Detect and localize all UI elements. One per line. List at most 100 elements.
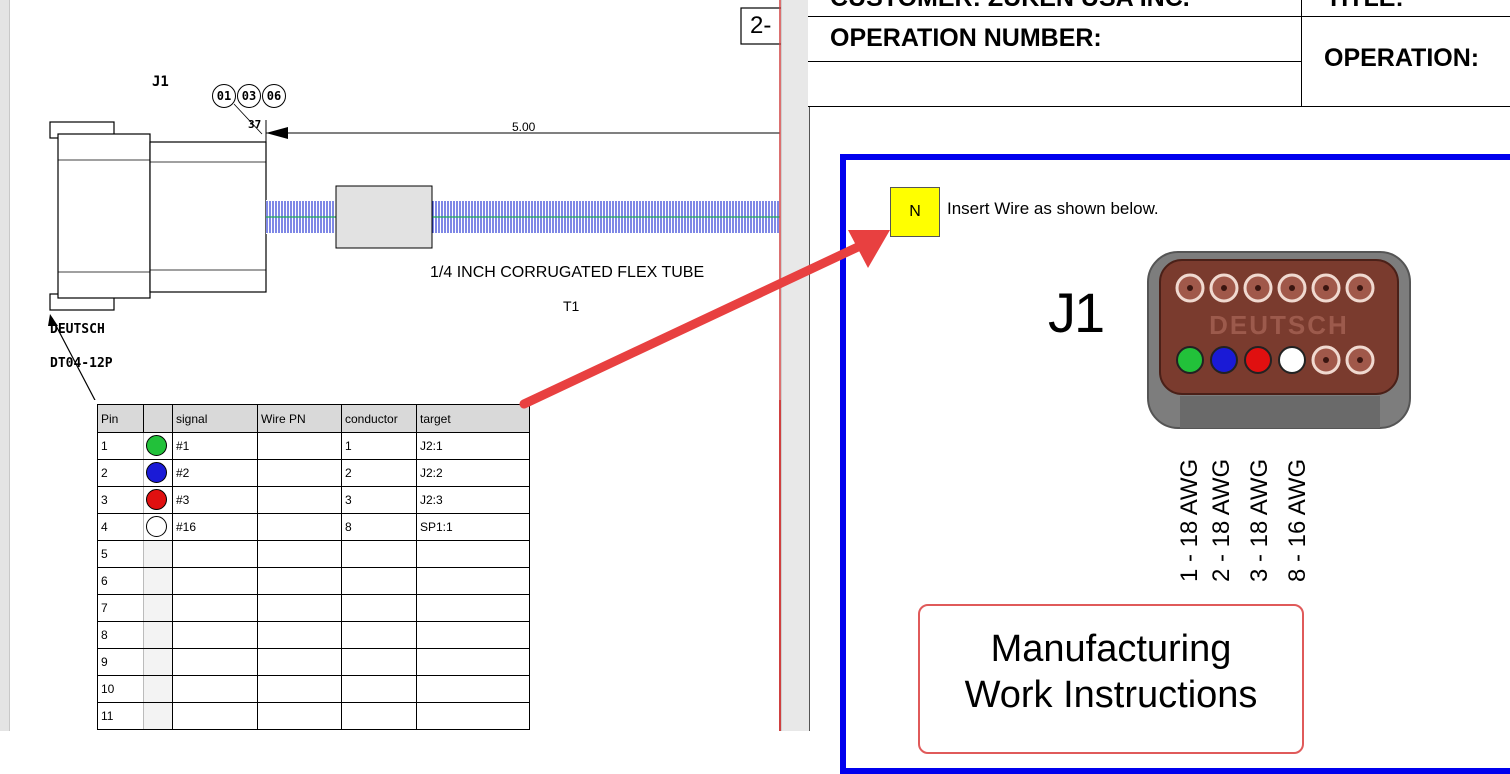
- connector-shell: [57, 133, 151, 299]
- table-row: 11: [97, 702, 530, 730]
- dimension-arrow: [266, 127, 288, 139]
- pin-cell: 9: [97, 648, 144, 676]
- target-cell: [416, 540, 530, 568]
- target-cell: J2:3: [416, 486, 530, 514]
- connector-backshell: [149, 141, 267, 293]
- color-cell: [143, 702, 173, 730]
- wire-pn-cell: [257, 702, 342, 730]
- col-color: [143, 404, 173, 433]
- conductor-cell: 3: [341, 486, 417, 514]
- color-cell: [143, 675, 173, 703]
- wire-pn-cell: [257, 567, 342, 595]
- connector-brand: DEUTSCH: [1209, 310, 1349, 340]
- tube-ref: T1: [563, 298, 580, 314]
- callout-03: 03: [237, 84, 261, 108]
- note-badge: N: [890, 187, 940, 237]
- color-cell: [143, 513, 173, 541]
- instruction-text: Insert Wire as shown below.: [947, 199, 1159, 218]
- wire-pn-cell: [257, 675, 342, 703]
- connector-ref-label: J1: [152, 74, 169, 90]
- connector-label-large: J1: [1048, 281, 1105, 344]
- wire-pn-cell: [257, 486, 342, 514]
- pin-cell: 11: [97, 702, 144, 730]
- table-row: 8: [97, 621, 530, 649]
- conductor-cell: [341, 540, 417, 568]
- signal-cell: [172, 648, 258, 676]
- leader-number: 37: [248, 118, 262, 131]
- signal-cell: [172, 567, 258, 595]
- target-cell: [416, 702, 530, 730]
- manufacturer-label: DEUTSCH: [50, 322, 105, 337]
- target-cell: [416, 594, 530, 622]
- target-cell: [416, 675, 530, 703]
- pin-table-header: Pin signal Wire PN conductor target: [97, 404, 530, 433]
- wire-pn-cell: [257, 459, 342, 487]
- color-cell: [143, 621, 173, 649]
- callout-06: 06: [262, 84, 286, 108]
- connector-illustration: DEUTSCH: [1147, 251, 1411, 429]
- signal-cell: #16: [172, 513, 258, 541]
- title-block-divider-h3: [1301, 16, 1510, 17]
- cavity-bottom: [1278, 346, 1306, 374]
- wire-pn-cell: [257, 513, 342, 541]
- customer-label: CUSTOMER: ZUKEN USA INC.: [830, 0, 1190, 13]
- conductor-cell: [341, 648, 417, 676]
- signal-cell: [172, 540, 258, 568]
- wire-color-dot: [146, 462, 167, 483]
- col-conductor: conductor: [341, 404, 417, 433]
- wire-label-1: 1 - 18 AWG: [1176, 458, 1203, 582]
- signal-cell: [172, 675, 258, 703]
- conductor-cell: [341, 621, 417, 649]
- title-block-divider-h2: [808, 61, 1301, 62]
- wire-pn-cell: [257, 648, 342, 676]
- target-cell: SP1:1: [416, 513, 530, 541]
- conductor-cell: [341, 594, 417, 622]
- target-cell: J2:1: [416, 432, 530, 460]
- signal-cell: #1: [172, 432, 258, 460]
- screenshot-stage: J1 01 03 06 37 5.00 1/4 INCH CORRUGATED …: [0, 0, 1510, 774]
- sheet-gap: [781, 0, 810, 731]
- conductor-cell: 8: [341, 513, 417, 541]
- conductor-cell: 2: [341, 459, 417, 487]
- signal-cell: [172, 594, 258, 622]
- table-row: 5: [97, 540, 530, 568]
- color-cell: [143, 486, 173, 514]
- target-cell: J2:2: [416, 459, 530, 487]
- callout-01: 01: [212, 84, 236, 108]
- manufacturing-work-instructions-box: Manufacturing Work Instructions: [918, 604, 1304, 754]
- col-wire-pn: Wire PN: [257, 404, 342, 433]
- conductor-cell: [341, 567, 417, 595]
- wire-label-4: 8 - 16 AWG: [1284, 458, 1311, 582]
- color-cell: [143, 540, 173, 568]
- wire-pn-cell: [257, 432, 342, 460]
- conductor-cell: [341, 702, 417, 730]
- color-cell: [143, 432, 173, 460]
- pin-table: Pin signal Wire PN conductor target 1 #1 1…: [97, 404, 530, 730]
- pin-cell: 5: [97, 540, 144, 568]
- color-cell: [143, 594, 173, 622]
- part-number-label: DT04-12P: [50, 356, 113, 371]
- mwi-line-1: Manufacturing: [990, 628, 1232, 670]
- color-cell: [143, 648, 173, 676]
- cavity-bottom: [1210, 346, 1238, 374]
- table-row: 2 #2 2 J2:2: [97, 459, 530, 487]
- wire-color-dot: [146, 489, 167, 510]
- callout-group: 01 03 06: [212, 84, 286, 108]
- conductor-cell: 1: [341, 432, 417, 460]
- harness-drawing: [48, 0, 787, 400]
- cavity-bottom: [1244, 346, 1272, 374]
- wire-pn-cell: [257, 594, 342, 622]
- dimension-value: 5.00: [512, 120, 536, 134]
- target-cell: [416, 648, 530, 676]
- target-cell: [416, 621, 530, 649]
- target-cell: [416, 567, 530, 595]
- pin-cell: 10: [97, 675, 144, 703]
- signal-cell: #2: [172, 459, 258, 487]
- operation-label: OPERATION:: [1324, 44, 1480, 72]
- table-row: 1 #1 1 J2:1: [97, 432, 530, 460]
- color-cell: [143, 459, 173, 487]
- wire-pn-cell: [257, 621, 342, 649]
- wire-color-dot: [146, 435, 167, 456]
- color-cell: [143, 567, 173, 595]
- sheet-tab-text: 2-: [750, 12, 772, 39]
